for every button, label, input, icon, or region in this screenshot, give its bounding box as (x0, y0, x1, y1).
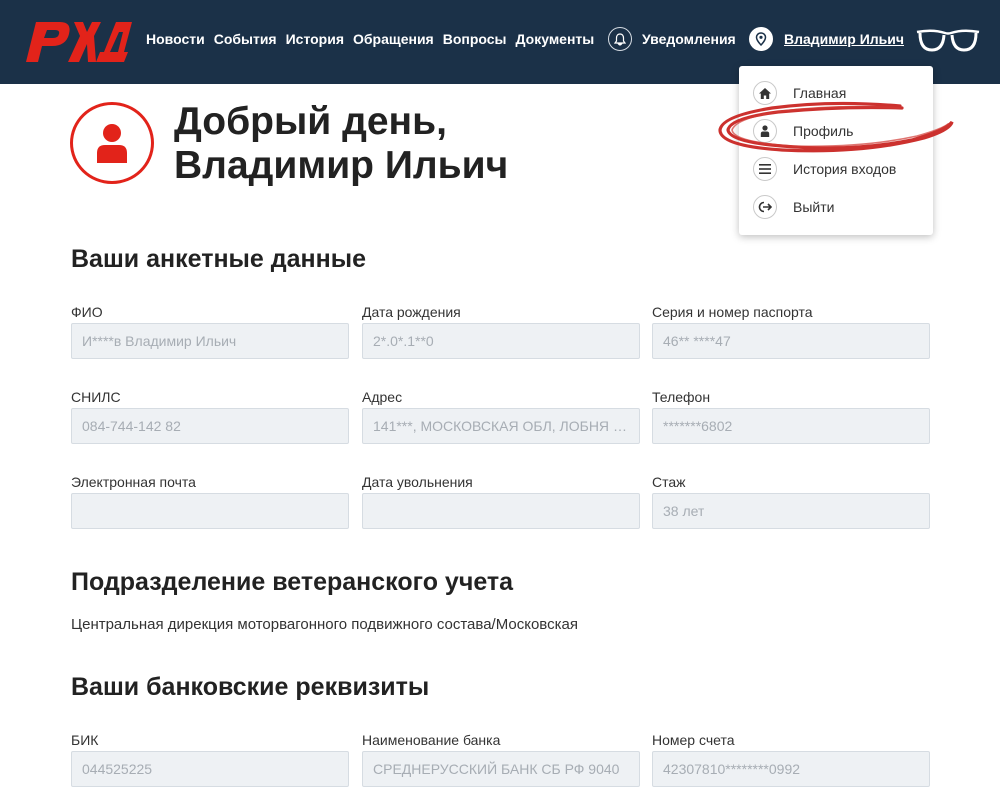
email-field[interactable] (71, 493, 349, 529)
nav-questions[interactable]: Вопросы (443, 31, 507, 47)
user-dropdown-menu: Главная Профиль История входов Выйти (739, 66, 933, 235)
field-label-dismissal-date: Дата увольнения (362, 474, 473, 490)
address-value: 141***, МОСКОВСКАЯ ОБЛ, ЛОБНЯ Г,... (373, 418, 629, 434)
menu-item-home[interactable]: Главная (753, 80, 846, 106)
location-pin-icon[interactable] (749, 27, 773, 51)
snils-field[interactable]: 084-744-142 82 (71, 408, 349, 444)
avatar (70, 102, 154, 184)
fio-field[interactable]: И****в Владимир Ильич (71, 323, 349, 359)
nav-history[interactable]: История (286, 31, 344, 47)
field-label-phone: Телефон (652, 389, 711, 405)
snils-value: 084-744-142 82 (82, 418, 181, 434)
user-icon (753, 119, 777, 143)
menu-item-home-label: Главная (793, 85, 847, 101)
birthdate-field[interactable]: 2*.0*.1**0 (362, 323, 640, 359)
bell-icon[interactable] (608, 27, 632, 51)
field-label-bik: БИК (71, 732, 99, 748)
fio-value: И****в Владимир Ильич (82, 333, 237, 349)
menu-item-logout-label: Выйти (793, 199, 835, 215)
field-label-account: Номер счета (652, 732, 735, 748)
field-label-passport: Серия и номер паспорта (652, 304, 813, 320)
menu-item-profile-label: Профиль (793, 123, 854, 139)
phone-value: *******6802 (663, 418, 733, 434)
bank-name-field[interactable]: СРЕДНЕРУССКИЙ БАНК СБ РФ 9040 (362, 751, 640, 787)
field-label-snils: СНИЛС (71, 389, 121, 405)
logout-icon (753, 195, 777, 219)
rzd-logo[interactable] (22, 14, 134, 64)
nav-news[interactable]: Новости (146, 31, 205, 47)
personal-data-title: Ваши анкетные данные (71, 245, 366, 273)
account-value: 42307810********0992 (663, 761, 801, 777)
greeting-title: Добрый день, Владимир Ильич (174, 100, 508, 188)
passport-value: 46** ****47 (663, 333, 731, 349)
user-icon (97, 124, 127, 163)
field-label-email: Электронная почта (71, 474, 196, 490)
dismissal-date-field[interactable] (362, 493, 640, 529)
bank-name-value: СРЕДНЕРУССКИЙ БАНК СБ РФ 9040 (373, 761, 620, 777)
address-field[interactable]: 141***, МОСКОВСКАЯ ОБЛ, ЛОБНЯ Г,... (362, 408, 640, 444)
menu-item-login-history[interactable]: История входов (753, 156, 896, 182)
nav-documents[interactable]: Документы (516, 31, 595, 47)
home-icon (753, 81, 777, 105)
account-field[interactable]: 42307810********0992 (652, 751, 930, 787)
field-label-bank-name: Наименование банка (362, 732, 501, 748)
phone-field[interactable]: *******6802 (652, 408, 930, 444)
menu-item-login-history-label: История входов (793, 161, 897, 177)
user-menu-link[interactable]: Владимир Ильич (784, 31, 904, 47)
bik-field[interactable]: 044525225 (71, 751, 349, 787)
birthdate-value: 2*.0*.1**0 (373, 333, 434, 349)
bik-value: 044525225 (82, 761, 153, 777)
glasses-icon[interactable] (915, 24, 981, 54)
nav-appeals[interactable]: Обращения (353, 31, 434, 47)
nav-events[interactable]: События (214, 31, 277, 47)
passport-field[interactable]: 46** ****47 (652, 323, 930, 359)
menu-item-profile[interactable]: Профиль (753, 118, 853, 144)
list-icon (753, 157, 777, 181)
bank-title: Ваши банковские реквизиты (71, 673, 430, 701)
main-nav: Новости События История Обращения Вопрос… (146, 31, 603, 47)
notifications-link[interactable]: Уведомления (642, 31, 736, 47)
field-label-fio: ФИО (71, 304, 103, 320)
menu-item-logout[interactable]: Выйти (753, 194, 834, 220)
department-value: Центральная дирекция моторвагонного подв… (71, 616, 578, 633)
field-label-experience: Стаж (652, 474, 686, 490)
field-label-address: Адрес (362, 389, 403, 405)
greeting-line-2: Владимир Ильич (174, 144, 509, 187)
department-title: Подразделение ветеранского учета (71, 568, 514, 596)
field-label-birthdate: Дата рождения (362, 304, 461, 320)
experience-value: 38 лет (663, 503, 705, 519)
experience-field[interactable]: 38 лет (652, 493, 930, 529)
greeting-line-1: Добрый день, (174, 100, 447, 143)
